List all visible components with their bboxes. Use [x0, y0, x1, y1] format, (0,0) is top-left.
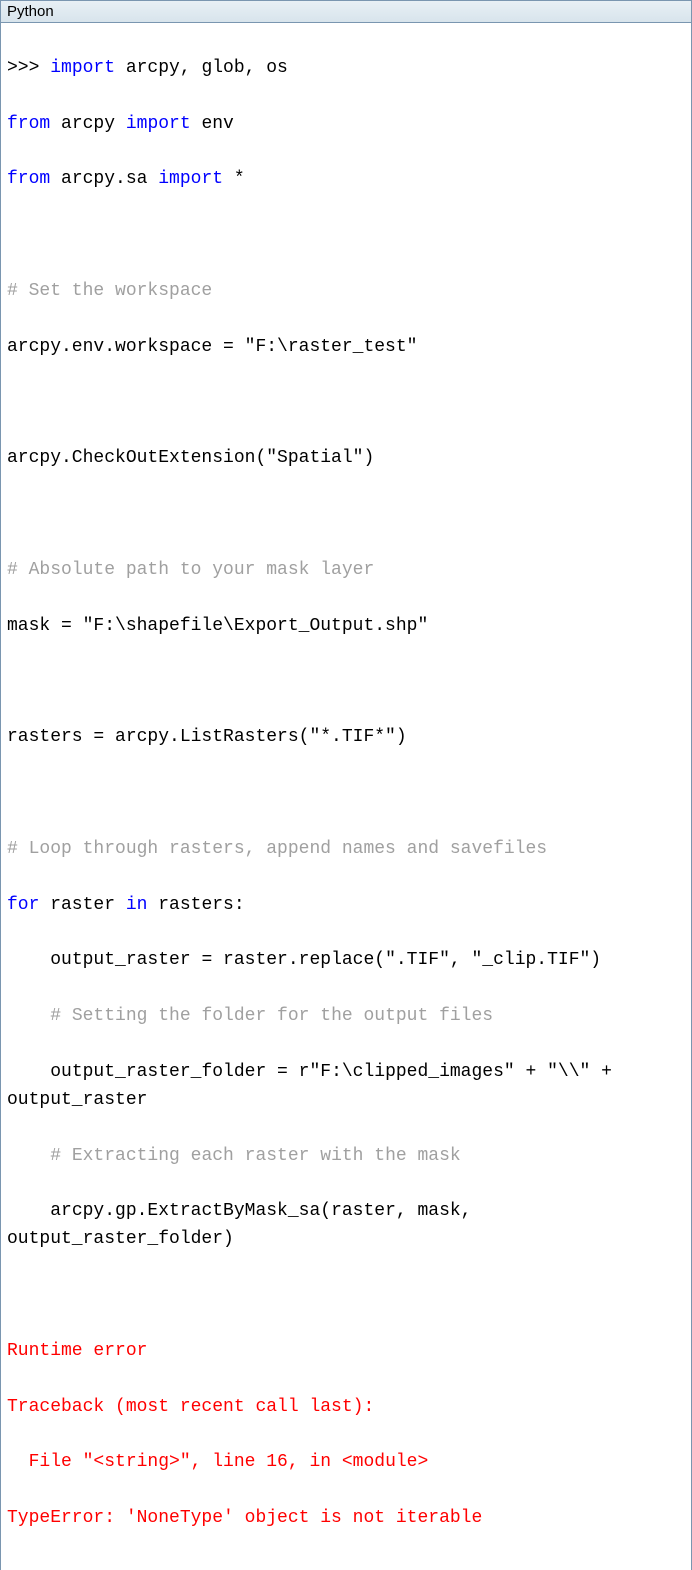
code-line: output_raster_folder = r"F:\clipped_imag… — [7, 1059, 685, 1115]
code-text: rasters: — [147, 895, 244, 915]
blank-line — [7, 501, 685, 529]
keyword-from: from — [7, 114, 50, 134]
code-line: arcpy.gp.ExtractByMask_sa(raster, mask, … — [7, 1198, 685, 1254]
python-window: Python >>> import arcpy, glob, os from a… — [0, 0, 692, 1570]
code-line: rasters = arcpy.ListRasters("*.TIF*") — [7, 724, 685, 752]
code-text: env — [191, 114, 234, 134]
code-line: from arcpy import env — [7, 111, 685, 139]
keyword-for: for — [7, 895, 39, 915]
code-line: arcpy.CheckOutExtension("Spatial") — [7, 445, 685, 473]
comment: # Set the workspace — [7, 278, 685, 306]
error-line: File "<string>", line 16, in <module> — [7, 1449, 685, 1477]
keyword-import: import — [158, 169, 223, 189]
window-title: Python — [7, 3, 54, 20]
blank-line — [7, 390, 685, 418]
code-text: raster — [39, 895, 125, 915]
blank-line — [7, 222, 685, 250]
code-line: >>> import arcpy, glob, os — [7, 55, 685, 83]
titlebar: Python — [1, 1, 691, 23]
error-line: TypeError: 'NoneType' object is not iter… — [7, 1505, 685, 1533]
code-line: arcpy.env.workspace = "F:\raster_test" — [7, 334, 685, 362]
keyword-import: import — [126, 114, 191, 134]
code-line: from arcpy.sa import * — [7, 166, 685, 194]
blank-line — [7, 780, 685, 808]
code-line: for raster in rasters: — [7, 892, 685, 920]
error-line: Traceback (most recent call last): — [7, 1394, 685, 1422]
code-line: mask = "F:\shapefile\Export_Output.shp" — [7, 613, 685, 641]
keyword-import: import — [50, 58, 115, 78]
blank-line — [7, 668, 685, 696]
comment: # Extracting each raster with the mask — [7, 1143, 685, 1171]
keyword-from: from — [7, 169, 50, 189]
keyword-in: in — [126, 895, 148, 915]
code-text: arcpy.sa — [50, 169, 158, 189]
code-text: arcpy — [50, 114, 126, 134]
comment: # Absolute path to your mask layer — [7, 557, 685, 585]
prompt: >>> — [7, 58, 50, 78]
code-area[interactable]: >>> import arcpy, glob, os from arcpy im… — [1, 23, 691, 1570]
code-text: * — [223, 169, 245, 189]
comment: # Loop through rasters, append names and… — [7, 836, 685, 864]
blank-line — [7, 1282, 685, 1310]
comment: # Setting the folder for the output file… — [7, 1003, 685, 1031]
code-line: output_raster = raster.replace(".TIF", "… — [7, 947, 685, 975]
error-line: Runtime error — [7, 1338, 685, 1366]
code-text: arcpy, glob, os — [115, 58, 288, 78]
